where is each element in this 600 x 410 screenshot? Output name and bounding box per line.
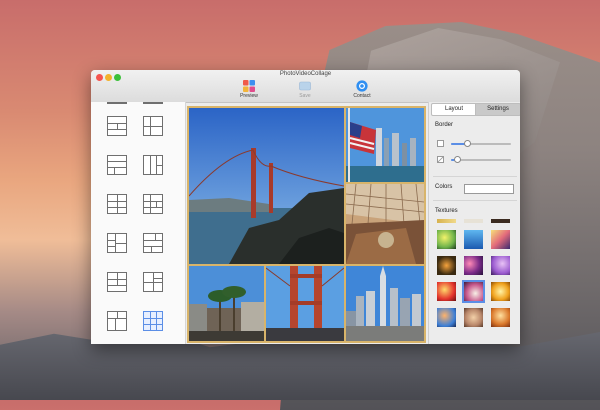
photo-skyline[interactable] xyxy=(346,266,424,341)
layout-thumb[interactable] xyxy=(107,194,127,214)
photo-golden-gate-large[interactable] xyxy=(189,108,344,264)
layout-thumb[interactable] xyxy=(107,233,127,253)
texture-swatch[interactable] xyxy=(437,282,456,301)
colors-section-label: Colors xyxy=(435,184,453,190)
save-button[interactable]: Save xyxy=(290,80,320,99)
layout-thumb[interactable] xyxy=(107,155,127,175)
preview-icon xyxy=(243,80,255,92)
title-bar[interactable]: PhotoVideoCollage Preview Save Contact xyxy=(91,70,520,103)
photo-flag-city[interactable] xyxy=(346,108,424,182)
texture-swatch[interactable] xyxy=(491,308,510,327)
save-label: Save xyxy=(299,93,311,99)
texture-swatch[interactable] xyxy=(491,282,510,301)
texture-swatch-partial[interactable] xyxy=(437,219,456,223)
app-window: PhotoVideoCollage Preview Save Contact L… xyxy=(91,70,520,344)
texture-swatch[interactable] xyxy=(437,308,456,327)
border-width-knob[interactable] xyxy=(464,140,471,147)
layout-thumb[interactable] xyxy=(107,311,127,331)
layout-thumb[interactable] xyxy=(143,116,163,136)
texture-swatch[interactable] xyxy=(464,256,483,275)
border-width-icon xyxy=(437,140,444,147)
preview-label: Preview xyxy=(240,93,258,99)
divider xyxy=(433,200,517,201)
texture-swatch[interactable] xyxy=(464,308,483,327)
layout-thumb[interactable] xyxy=(107,116,127,136)
window-title: PhotoVideoCollage xyxy=(279,71,332,77)
color-well[interactable] xyxy=(464,184,514,194)
layout-thumb-partial xyxy=(107,102,127,104)
corner-radius-icon xyxy=(437,156,444,163)
texture-swatch-partial[interactable] xyxy=(464,219,483,223)
settings-panel: Layout Settings Border Colors Textures xyxy=(428,102,520,344)
texture-swatch-partial[interactable] xyxy=(491,219,510,223)
texture-swatch[interactable] xyxy=(491,230,510,249)
layout-thumb[interactable] xyxy=(107,272,127,292)
diagonal-line-icon xyxy=(438,157,443,162)
preview-button[interactable]: Preview xyxy=(234,80,264,99)
layout-thumb[interactable] xyxy=(143,194,163,214)
contact-icon xyxy=(356,80,368,92)
textures-section-label: Textures xyxy=(435,208,458,214)
layout-thumb[interactable] xyxy=(143,155,163,175)
contact-button[interactable]: Contact xyxy=(347,80,377,99)
corner-radius-knob[interactable] xyxy=(454,156,461,163)
texture-swatch[interactable] xyxy=(491,256,510,275)
border-width-slider[interactable] xyxy=(451,140,511,147)
layout-thumb-selected[interactable] xyxy=(143,311,163,331)
layout-thumb-partial xyxy=(143,102,163,104)
collage-canvas[interactable] xyxy=(187,106,426,343)
layout-thumb[interactable] xyxy=(143,233,163,253)
tab-settings[interactable]: Settings xyxy=(475,103,520,116)
photo-palm-trees[interactable] xyxy=(189,266,264,341)
texture-swatch-selected[interactable] xyxy=(462,280,485,303)
border-section-label: Border xyxy=(435,122,454,128)
corner-radius-slider[interactable] xyxy=(451,156,511,163)
texture-swatch[interactable] xyxy=(437,230,456,249)
texture-swatch[interactable] xyxy=(464,230,483,249)
photo-interior[interactable] xyxy=(346,184,424,264)
divider xyxy=(433,176,517,177)
texture-swatch[interactable] xyxy=(437,256,456,275)
save-icon xyxy=(299,81,311,91)
contact-label: Contact xyxy=(353,93,371,99)
layout-thumb[interactable] xyxy=(143,272,163,292)
layout-list[interactable] xyxy=(91,102,186,344)
photo-bridge-tower[interactable] xyxy=(266,266,344,341)
tab-layout[interactable]: Layout xyxy=(431,103,477,116)
